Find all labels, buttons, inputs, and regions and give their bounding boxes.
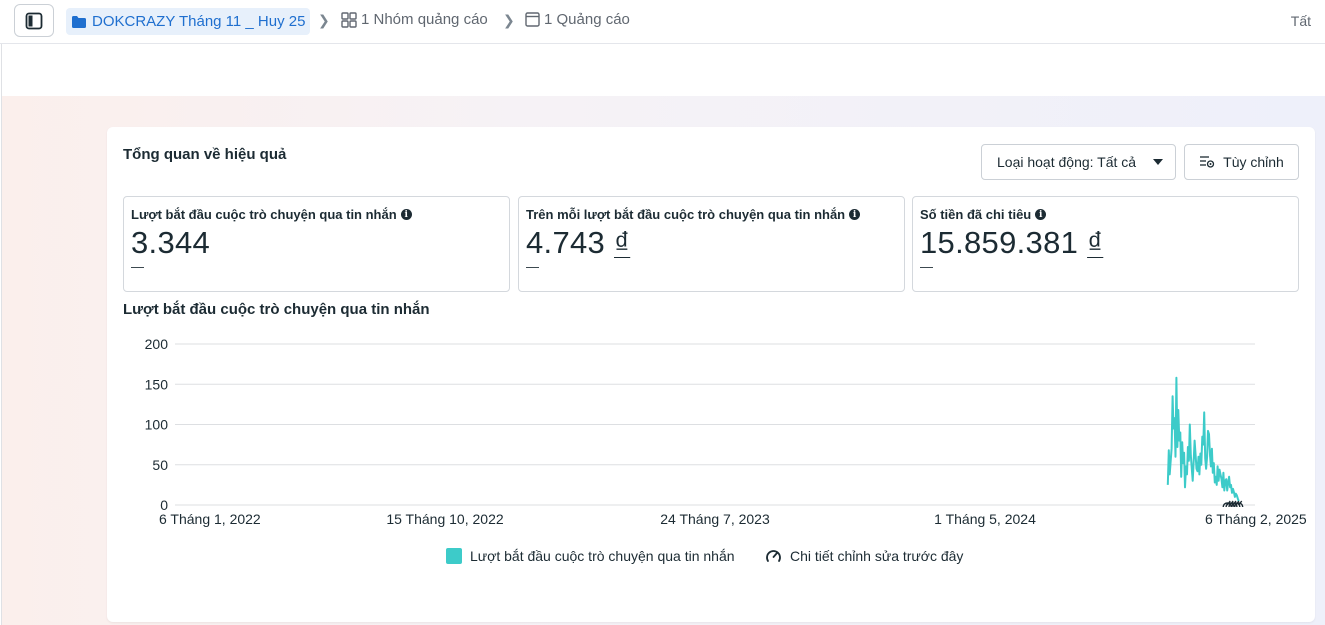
caret-down-icon (1153, 159, 1163, 165)
x-tick-label: 15 Tháng 10, 2022 (386, 511, 504, 527)
grid-icon (341, 11, 357, 28)
legend-item-conversations[interactable]: Lượt bắt đầu cuộc trò chuyện qua tin nhắ… (446, 548, 735, 564)
activity-type-dropdown[interactable]: Loại hoạt động: Tất cả (981, 144, 1176, 180)
metric-messaging-conversations[interactable]: Lượt bắt đầu cuộc trò chuyện qua tin nhắ… (123, 196, 510, 292)
series-line (1166, 376, 1240, 502)
metric-cost-per-conversation[interactable]: Trên mỗi lượt bắt đầu cuộc trò chuyện qu… (518, 196, 905, 292)
metric-delta: — (131, 259, 144, 274)
customize-button[interactable]: Tùy chỉnh (1184, 144, 1299, 180)
metric-value: 15.859.381 (920, 225, 1079, 260)
x-tick-label: 6 Tháng 1, 2022 (159, 511, 261, 527)
metric-value: 3.344 (131, 225, 211, 260)
card-title: Tổng quan về hiệu quả (123, 146, 287, 163)
breadcrumb-campaign-label: DOKCRAZY Tháng 11 _ Huy 25 (92, 13, 306, 30)
currency-symbol: ₫ (614, 225, 631, 260)
info-icon[interactable]: i (400, 209, 412, 220)
performance-overview-card: Tổng quan về hiệu quả Loại hoạt động: Tấ… (107, 127, 1315, 622)
legend-label: Lượt bắt đầu cuộc trò chuyện qua tin nhắ… (470, 548, 735, 564)
view-all-link[interactable]: Tất (1291, 13, 1311, 29)
info-icon[interactable]: i (1035, 209, 1047, 220)
sidebar-panel-icon (25, 12, 43, 29)
customize-label: Tùy chỉnh (1223, 154, 1284, 170)
currency-symbol: ₫ (1087, 225, 1104, 260)
top-bar: DOKCRAZY Tháng 11 _ Huy 25 ❯ 1 Nhóm quản… (0, 0, 1325, 44)
legend-item-edit-history[interactable]: Chi tiết chỉnh sửa trước đây (765, 548, 963, 564)
ad-window-icon (525, 12, 540, 27)
metric-label: Số tiền đã chi tiêu (920, 207, 1032, 222)
sidebar-toggle-button[interactable] (14, 4, 54, 37)
line-chart[interactable]: 0501001502006 Tháng 1, 2022 15 Tháng 10, … (107, 327, 1315, 527)
metric-label: Trên mỗi lượt bắt đầu cuộc trò chuyện qu… (526, 207, 846, 222)
y-tick-label: 200 (145, 336, 169, 352)
legend-swatch (446, 548, 462, 564)
breadcrumb-adsets-label: 1 Nhóm quảng cáo (361, 11, 488, 28)
chevron-right-icon: ❯ (503, 12, 515, 28)
x-tick-label: 6 Tháng 2, 2025 (1205, 511, 1307, 527)
x-tick-label: 24 Tháng 7, 2023 (660, 511, 770, 527)
settings-sliders-icon (1200, 156, 1215, 168)
activity-type-label: Loại hoạt động: Tất cả (997, 154, 1137, 170)
metric-amount-spent[interactable]: Số tiền đã chi tiêu i 15.859.381 ₫ — (912, 196, 1299, 292)
gauge-icon (766, 550, 781, 562)
folder-icon (72, 15, 86, 28)
breadcrumb-ads-label: 1 Quảng cáo (544, 11, 630, 28)
legend-label: Chi tiết chỉnh sửa trước đây (790, 548, 964, 564)
chevron-right-icon: ❯ (318, 12, 330, 28)
breadcrumb-campaign[interactable]: DOKCRAZY Tháng 11 _ Huy 25 (66, 8, 311, 35)
metric-value: 4.743 (526, 225, 606, 260)
metric-label: Lượt bắt đầu cuộc trò chuyện qua tin nhắ… (131, 207, 397, 222)
breadcrumb-ads[interactable]: 1 Quảng cáo (525, 11, 630, 28)
y-tick-label: 100 (145, 417, 169, 433)
x-tick-label: 1 Tháng 5, 2024 (934, 511, 1036, 527)
info-icon[interactable]: i (849, 209, 861, 220)
metric-delta: — (526, 259, 539, 274)
y-tick-label: 50 (152, 457, 168, 473)
breadcrumb-adsets[interactable]: 1 Nhóm quảng cáo (341, 11, 488, 28)
metric-delta: — (920, 259, 933, 274)
chart-title: Lượt bắt đầu cuộc trò chuyện qua tin nhắ… (123, 301, 430, 318)
y-tick-label: 150 (145, 376, 169, 392)
